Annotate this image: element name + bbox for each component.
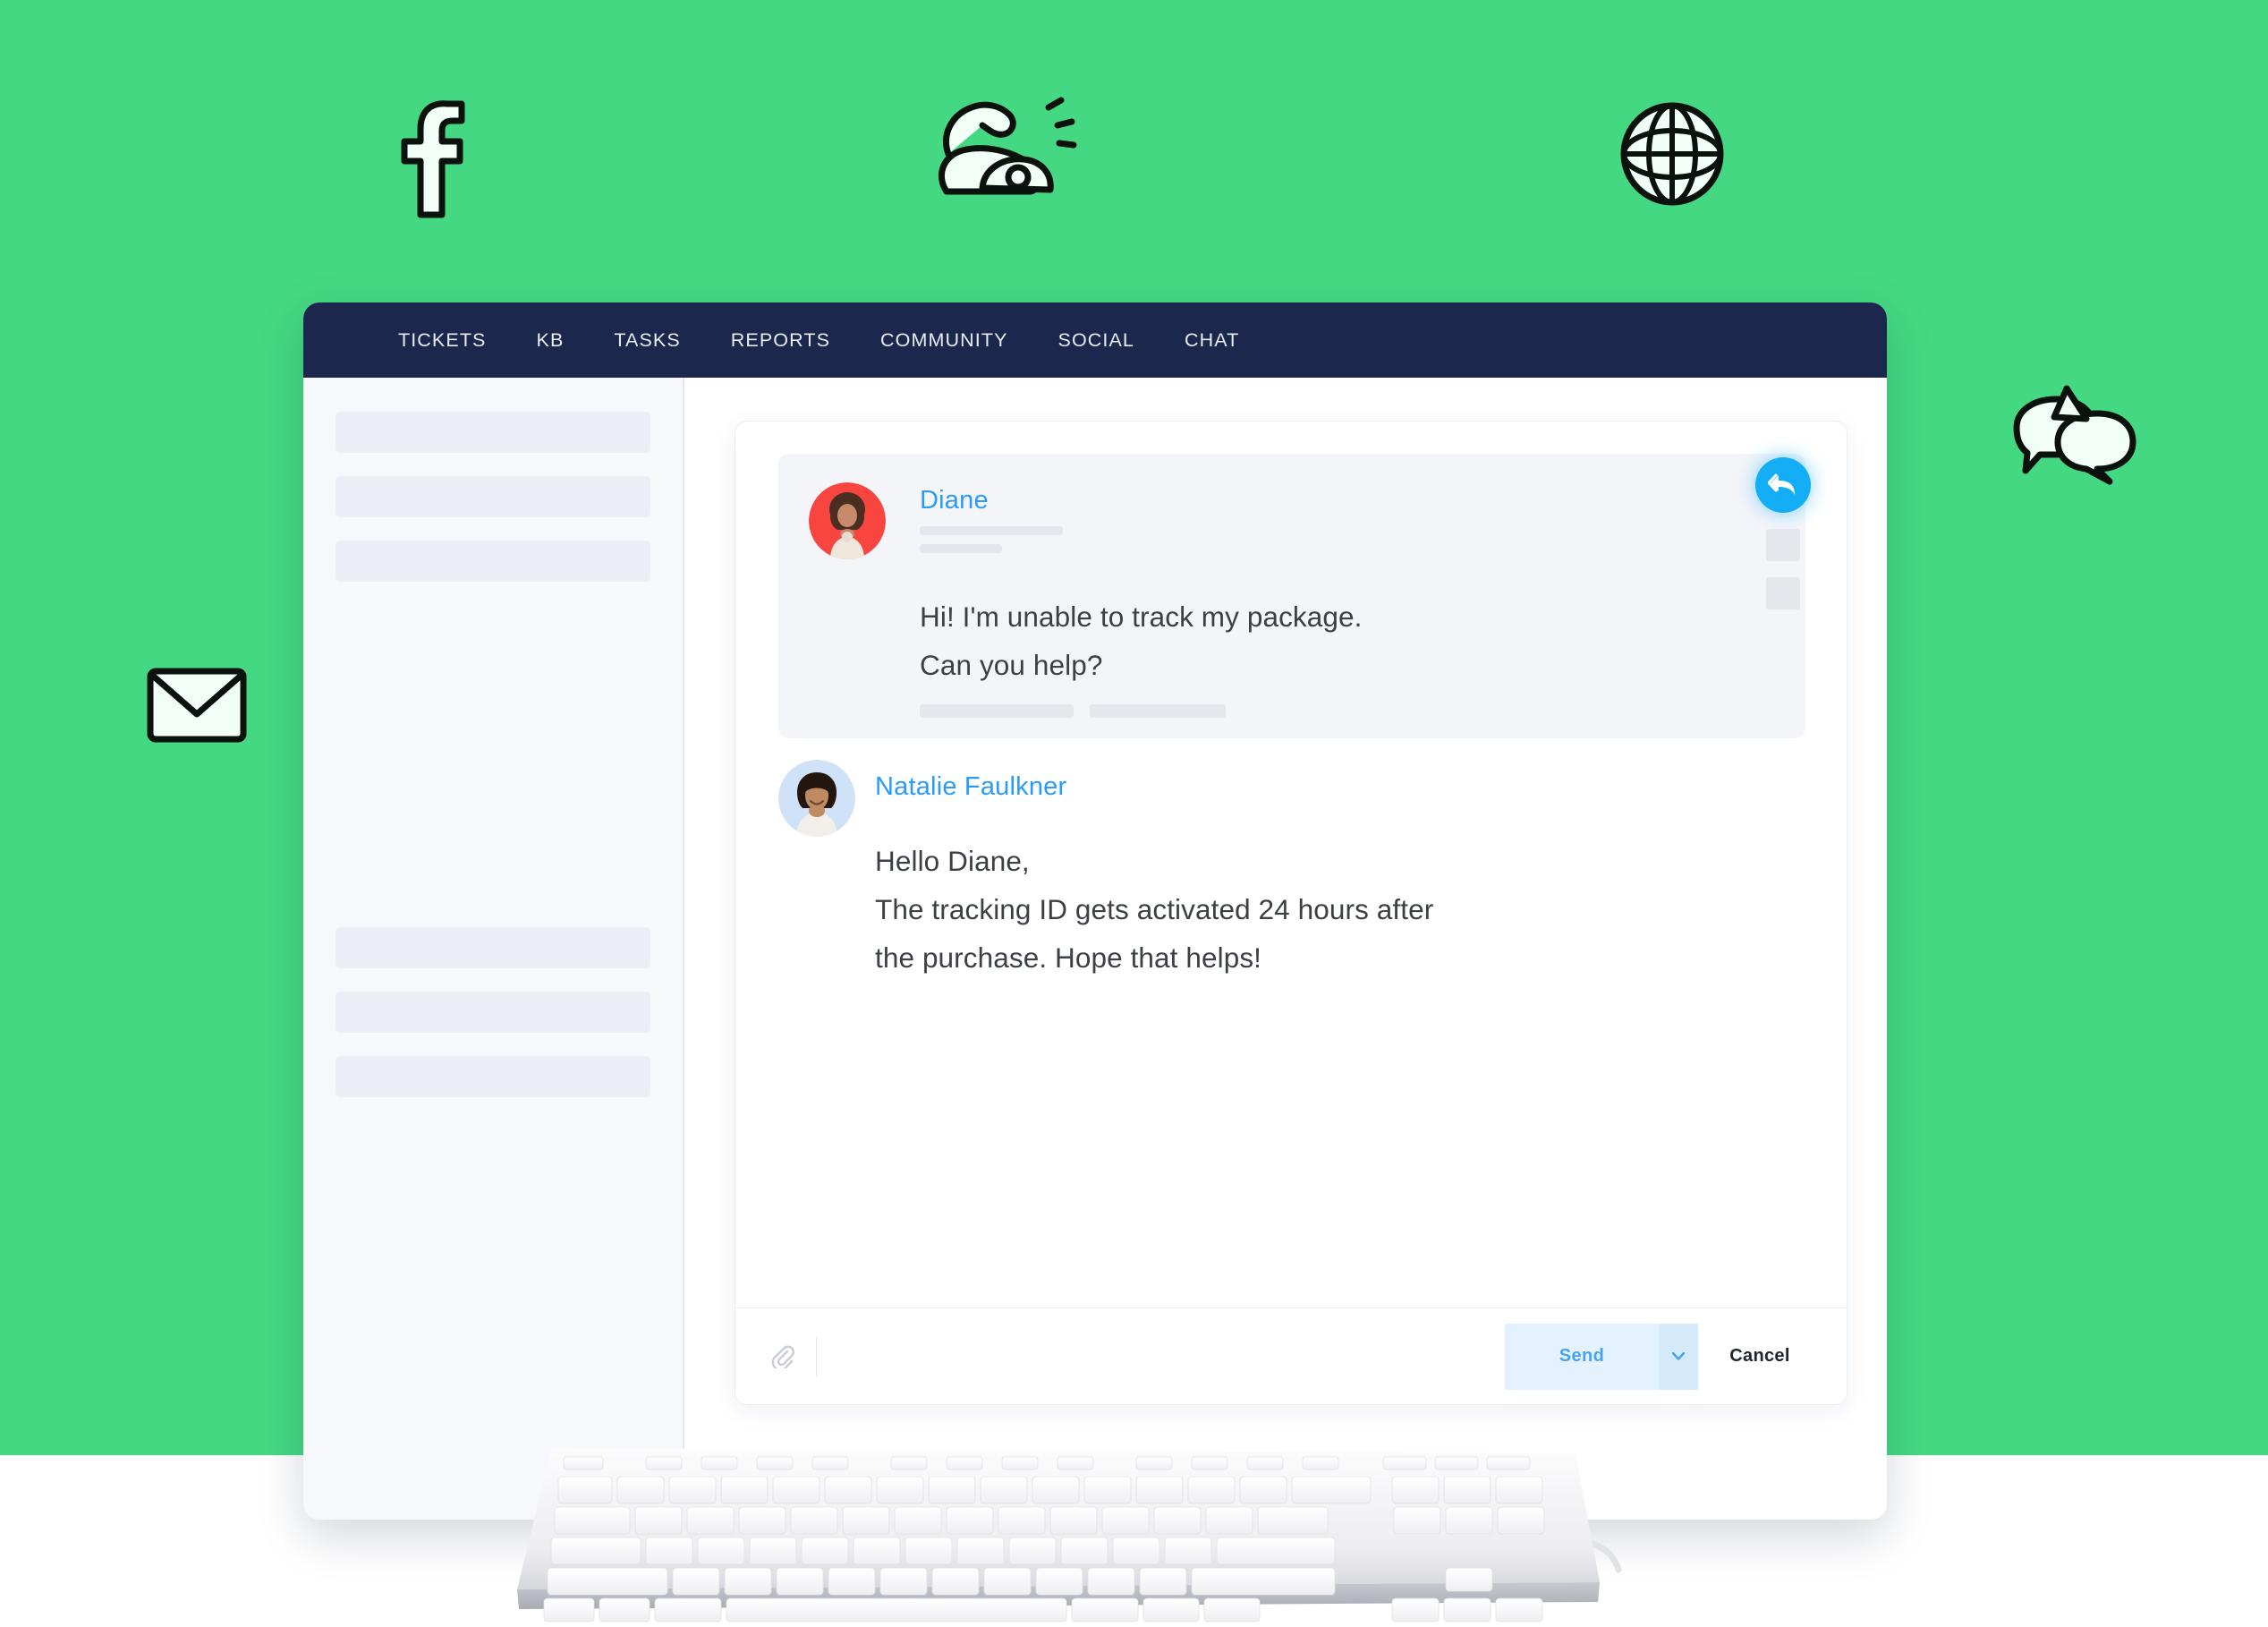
message-incoming: Diane Hi! I'm unable to track my package… bbox=[778, 454, 1805, 738]
avatar-natalie bbox=[778, 760, 855, 837]
sidebar-placeholder-row[interactable] bbox=[336, 412, 650, 453]
sidebar-placeholder-row[interactable] bbox=[336, 1056, 650, 1097]
chat-bubbles-icon bbox=[2004, 385, 2138, 485]
message-line: Can you help? bbox=[920, 649, 1103, 681]
reply-all-button[interactable] bbox=[1755, 457, 1811, 513]
nav-item-reports[interactable]: REPORTS bbox=[706, 329, 855, 352]
sidebar-placeholder-row[interactable] bbox=[336, 476, 650, 517]
attach-file-button[interactable] bbox=[764, 1338, 802, 1376]
phone-ringing-icon bbox=[930, 97, 1092, 206]
nav-item-community[interactable]: COMMUNITY bbox=[855, 329, 1032, 352]
nav-item-tickets[interactable]: TICKETS bbox=[398, 329, 512, 352]
top-navigation: TICKETS KB TASKS REPORTS COMMUNITY SOCIA… bbox=[303, 302, 1887, 378]
message-outgoing-text: Hello Diane, The tracking ID gets activa… bbox=[875, 837, 1433, 982]
send-options-button[interactable] bbox=[1659, 1323, 1698, 1390]
meta-placeholder bbox=[920, 544, 1002, 553]
screenshot-root: TICKETS KB TASKS REPORTS COMMUNITY SOCIA… bbox=[0, 0, 2268, 1627]
sender-name-diane[interactable]: Diane bbox=[920, 486, 1063, 515]
ticket-thread-card: Diane Hi! I'm unable to track my package… bbox=[735, 421, 1848, 1405]
footer-placeholder[interactable] bbox=[920, 704, 1074, 718]
chevron-down-icon bbox=[1672, 1352, 1685, 1360]
message-line: Hi! I'm unable to track my package. bbox=[920, 601, 1363, 633]
message-line: the purchase. Hope that helps! bbox=[875, 941, 1262, 974]
message-incoming-header: Diane bbox=[920, 486, 1063, 553]
sidebar-placeholder-row[interactable] bbox=[336, 541, 650, 582]
sidebar bbox=[303, 378, 684, 1520]
footer-placeholder[interactable] bbox=[1090, 704, 1226, 718]
send-button-group: Send bbox=[1505, 1323, 1698, 1390]
action-placeholder[interactable] bbox=[1766, 577, 1800, 609]
avatar-diane bbox=[809, 482, 886, 559]
sender-name-natalie[interactable]: Natalie Faulkner bbox=[875, 772, 1066, 802]
send-button[interactable]: Send bbox=[1505, 1323, 1659, 1390]
facebook-icon bbox=[394, 97, 474, 222]
paperclip-icon bbox=[771, 1345, 794, 1368]
content-pane: Diane Hi! I'm unable to track my package… bbox=[684, 378, 1887, 1520]
composer-bar: Send Cancel bbox=[735, 1308, 1847, 1404]
nav-item-tasks[interactable]: TASKS bbox=[589, 329, 705, 352]
nav-item-kb[interactable]: KB bbox=[512, 329, 590, 352]
globe-icon bbox=[1615, 97, 1729, 211]
window-body: Diane Hi! I'm unable to track my package… bbox=[303, 378, 1887, 1520]
apple-wired-keyboard bbox=[497, 1432, 1625, 1627]
action-placeholder[interactable] bbox=[1766, 529, 1800, 561]
cancel-button[interactable]: Cancel bbox=[1698, 1346, 1822, 1367]
envelope-icon bbox=[143, 662, 251, 748]
reply-all-icon bbox=[1768, 473, 1795, 495]
composer-divider bbox=[816, 1336, 817, 1376]
nav-item-social[interactable]: SOCIAL bbox=[1033, 329, 1159, 352]
message-actions bbox=[1755, 457, 1811, 609]
message-line: The tracking ID gets activated 24 hours … bbox=[875, 893, 1434, 925]
sidebar-placeholder-row[interactable] bbox=[336, 927, 650, 968]
message-outgoing-header: Natalie Faulkner bbox=[875, 772, 1066, 802]
meta-placeholder bbox=[920, 526, 1063, 535]
nav-item-chat[interactable]: CHAT bbox=[1159, 329, 1264, 352]
message-footer-placeholders bbox=[920, 704, 1226, 718]
message-line: Hello Diane, bbox=[875, 845, 1030, 877]
sidebar-placeholder-row[interactable] bbox=[336, 992, 650, 1033]
message-incoming-text: Hi! I'm unable to track my package. Can … bbox=[920, 592, 1362, 689]
app-window: TICKETS KB TASKS REPORTS COMMUNITY SOCIA… bbox=[303, 302, 1887, 1520]
